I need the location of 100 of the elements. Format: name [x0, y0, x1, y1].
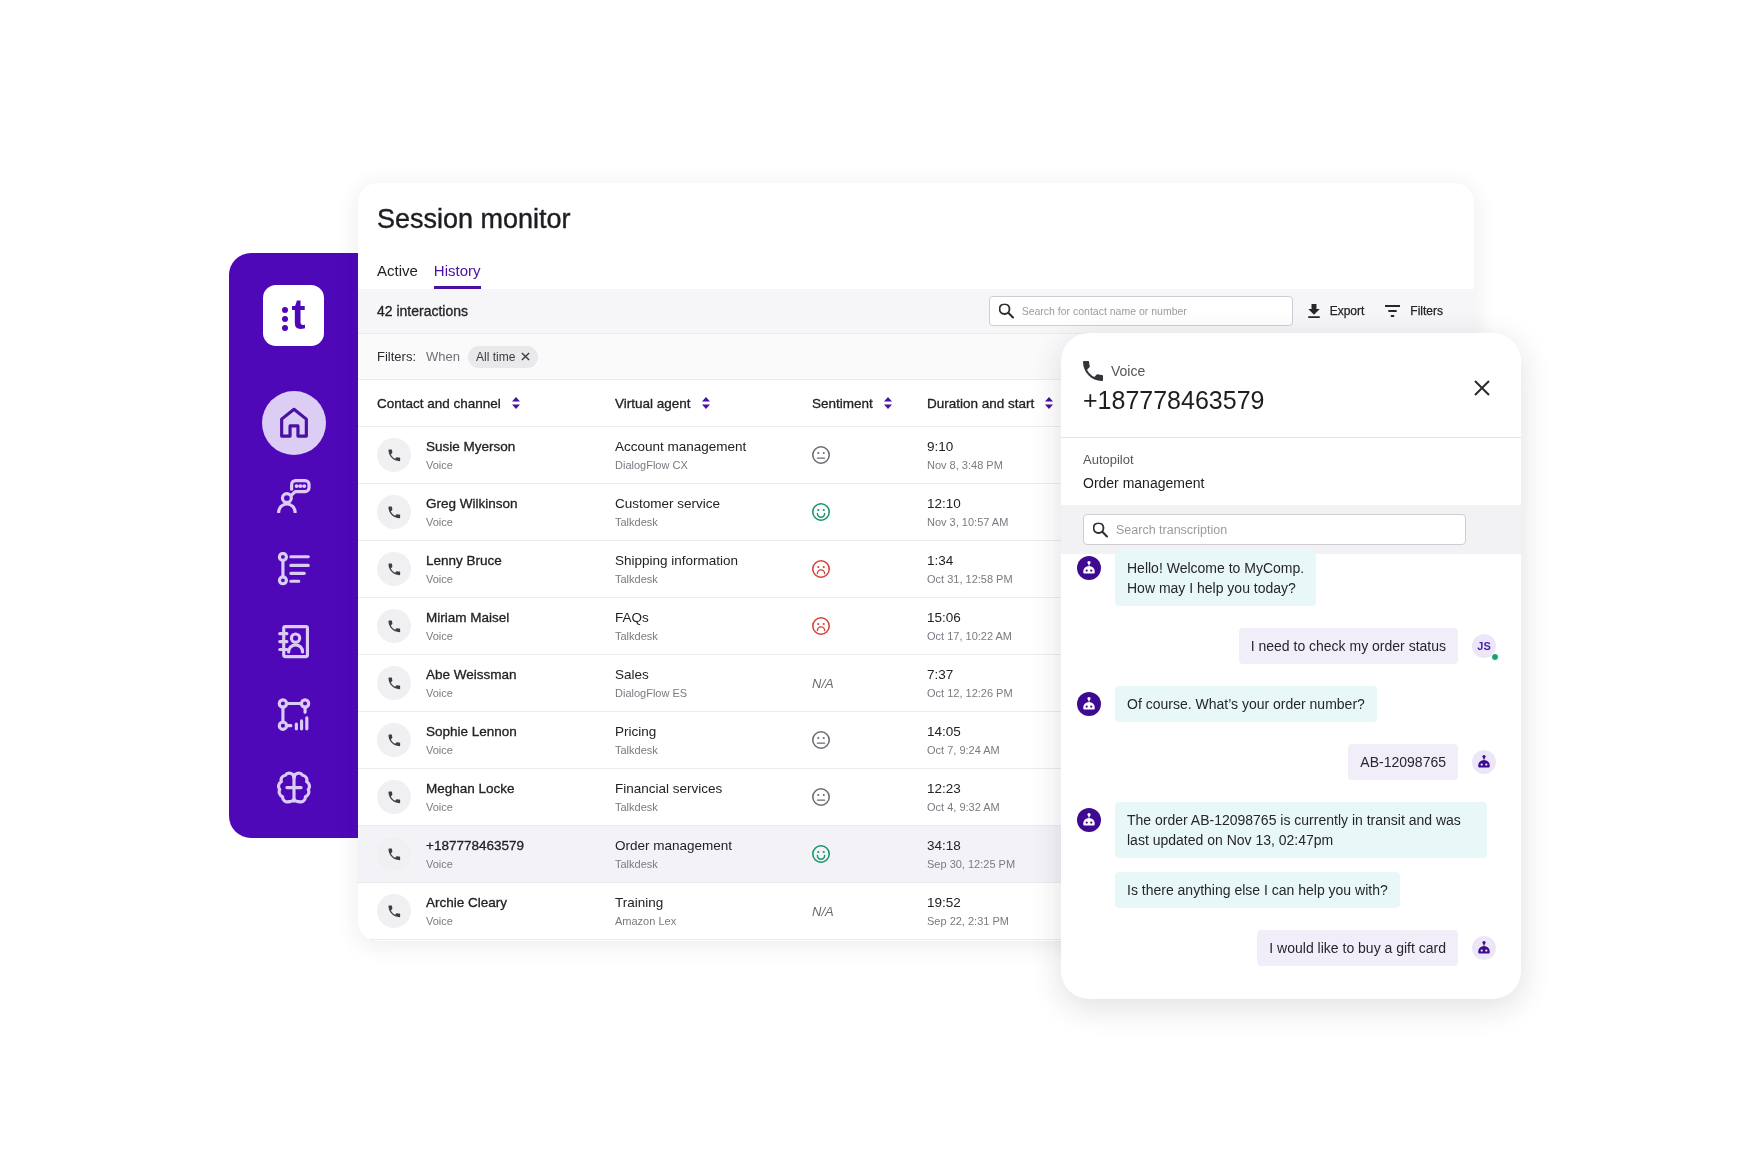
contact-book-icon — [276, 625, 311, 659]
platform-label: DialogFlow ES — [615, 685, 688, 701]
agent-name: Shipping information — [615, 551, 739, 570]
platform-label: Talkdesk — [615, 742, 658, 758]
sentiment-text: N/A — [812, 903, 834, 919]
channel-label: Voice — [426, 514, 453, 530]
platform-label: Talkdesk — [615, 799, 658, 815]
duration-text: 7:37 — [927, 665, 954, 684]
table-row[interactable]: Meghan Locke Voice Financial services Talkdesk 12:23 Oct 4, 9:32 AM — [358, 769, 1061, 826]
brain-icon — [276, 771, 311, 805]
search-icon — [998, 303, 1014, 319]
message-bubble: I need to check my order status — [1238, 628, 1458, 664]
duration-text: 9:10 — [927, 437, 954, 456]
duration-text: 19:52 — [927, 893, 961, 912]
agent-name: Customer service — [615, 494, 721, 513]
start-time: Sep 30, 12:25 PM — [927, 856, 1016, 872]
contact-name: Abe Weissman — [426, 665, 517, 684]
column-header[interactable]: Duration and start — [927, 395, 1054, 411]
table-row[interactable]: Sophie Lennon Voice Pricing Talkdesk 14:05 Oct 7, 9:24 AM — [358, 712, 1061, 769]
sentiment-text: N/A — [812, 675, 834, 691]
duration-text: 1:34 — [927, 551, 954, 570]
table-row[interactable]: Archie Cleary Voice Training Amazon Lex N/A 19:52 Sep 22, 2:31 PM — [358, 883, 1061, 940]
table-row[interactable]: Lenny Bruce Voice Shipping information Talkdesk 1:34 Oct 31, 12:58 PM — [358, 541, 1061, 598]
contact-name: Miriam Maisel — [426, 608, 510, 627]
channel-label: Voice — [426, 457, 453, 473]
filter-field-label: When — [426, 349, 460, 364]
message-bubble: The order AB-12098765 is currently in transit and was last updated on Nov 13, 02:47pm — [1115, 802, 1487, 858]
filter-button[interactable]: Filters — [1385, 304, 1443, 318]
start-time: Oct 7, 9:24 AM — [927, 742, 1000, 758]
tab[interactable]: Active — [377, 255, 418, 289]
column-header[interactable]: Virtual agent — [615, 395, 710, 411]
contact-name: +187778463579 — [426, 836, 524, 855]
table-row[interactable]: Greg Wilkinson Voice Customer service Talkdesk 12:10 Nov 3, 10:57 AM — [358, 484, 1061, 541]
agent-name: Order management — [615, 836, 733, 855]
phone-icon — [377, 609, 411, 643]
table-row[interactable]: Abe Weissman Voice Sales DialogFlow ES N/A 7:37 Oct 12, 12:26 PM — [358, 655, 1061, 712]
sort-icon — [511, 397, 520, 409]
smiley-face-icon — [812, 503, 830, 521]
export-button[interactable]: Export — [1307, 304, 1365, 318]
message-bubble: AB-12098765 — [1348, 744, 1458, 780]
filter-icon — [1385, 305, 1401, 317]
sort-icon — [1045, 397, 1054, 409]
message-bubble: Is there anything else I can help you with? — [1115, 872, 1400, 908]
nodes-chart-icon — [276, 698, 311, 732]
contact-name: Lenny Bruce — [426, 551, 502, 570]
close-button[interactable] — [1474, 380, 1490, 396]
message-bubble: I would like to buy a gift card — [1257, 930, 1458, 966]
phone-icon — [1083, 361, 1103, 381]
list-icon — [276, 552, 311, 586]
duration-text: 12:10 — [927, 494, 961, 513]
start-time: Oct 4, 9:32 AM — [927, 799, 1000, 815]
close-icon — [1474, 380, 1490, 396]
agent-name: Financial services — [615, 779, 723, 798]
platform-label: Talkdesk — [615, 514, 658, 530]
search-field[interactable]: Search transcription — [1083, 514, 1466, 545]
sort-icon — [883, 397, 892, 409]
duration-text: 14:05 — [927, 722, 961, 741]
sort-icon — [701, 397, 710, 409]
contact-name: Sophie Lennon — [426, 722, 517, 741]
channel-label: Voice — [426, 571, 453, 587]
table-row[interactable]: Susie Myerson Voice Account management DialogFlow CX 9:10 Nov 8, 3:48 PM — [358, 427, 1061, 484]
interaction-count: 42 interactions — [377, 303, 469, 319]
bot-avatar-icon — [1077, 808, 1101, 832]
table-row[interactable]: +187778463579 Voice Order management Talkdesk 34:18 Sep 30, 12:25 PM — [358, 826, 1061, 883]
search-field[interactable]: Search for contact name or number — [988, 296, 1293, 326]
message-bubble: Of course. What’s your order number? — [1115, 686, 1377, 722]
filter-chip[interactable]: All time — [467, 345, 539, 368]
phone-icon — [377, 780, 411, 814]
filters-label: Filters: — [377, 349, 416, 364]
contact-name: Greg Wilkinson — [426, 494, 518, 513]
neutral-face-icon — [812, 446, 830, 464]
bot-avatar-icon — [1472, 750, 1496, 774]
column-header[interactable]: Sentiment — [812, 395, 892, 411]
agent-name: FAQs — [615, 608, 649, 627]
start-time: Oct 31, 12:58 PM — [927, 571, 1013, 587]
neutral-face-icon — [812, 731, 830, 749]
smiley-face-icon — [812, 845, 830, 863]
phone-icon — [377, 552, 411, 586]
app-logo[interactable]: t — [263, 285, 324, 346]
section-label: Autopilot — [1083, 452, 1134, 468]
platform-label: Talkdesk — [615, 571, 658, 587]
phone-icon — [377, 723, 411, 757]
start-time: Sep 22, 2:31 PM — [927, 913, 1009, 929]
search-icon — [1093, 522, 1108, 537]
column-header[interactable]: Contact and channel — [377, 395, 520, 411]
bot-avatar-icon — [1077, 556, 1101, 580]
user-avatar: JS — [1472, 634, 1496, 658]
sad-face-icon — [812, 617, 830, 635]
channel-label: Voice — [426, 742, 453, 758]
table-row[interactable]: Miriam Maisel Voice FAQs Talkdesk 15:06 Oct 17, 10:22 AM — [358, 598, 1061, 655]
close-icon — [521, 352, 531, 361]
person-speech-icon — [276, 479, 311, 513]
platform-label: Talkdesk — [615, 628, 658, 644]
start-time: Nov 3, 10:57 AM — [927, 514, 1009, 530]
start-time: Oct 17, 10:22 AM — [927, 628, 1012, 644]
agent-name: Account management — [615, 437, 747, 456]
channel-label: Voice — [426, 856, 453, 872]
phone-icon — [377, 894, 411, 928]
platform-label: Amazon Lex — [615, 913, 677, 929]
page-title: Session monitor — [377, 203, 572, 235]
